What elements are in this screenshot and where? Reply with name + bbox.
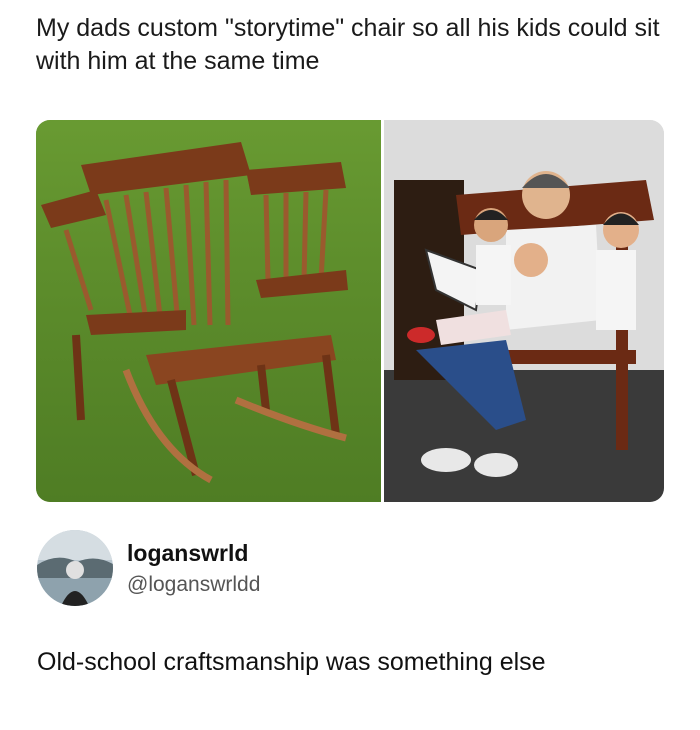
rocking-chair-photo: [36, 120, 381, 502]
family-reading-photo: [384, 120, 664, 502]
tweet-text: Old-school craftsmanship was something e…: [37, 648, 546, 676]
post-image[interactable]: [36, 120, 664, 502]
post-caption: My dads custom "storytime" chair so all …: [36, 14, 660, 75]
author-handle[interactable]: @loganswrldd: [127, 573, 260, 597]
avatar[interactable]: [37, 530, 113, 606]
author-name[interactable]: loganswrld: [127, 540, 248, 567]
